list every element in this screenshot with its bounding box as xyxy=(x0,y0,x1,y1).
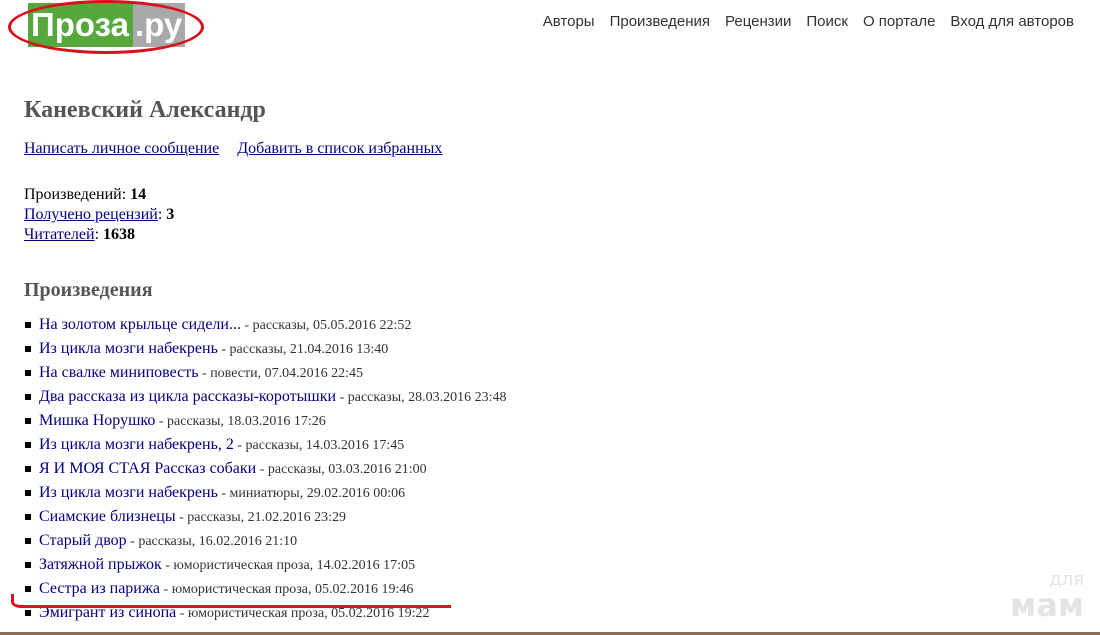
work-meta: - юмористическая проза, 05.02.2016 19:46 xyxy=(160,582,414,597)
nav-login[interactable]: Вход для авторов xyxy=(950,13,1074,30)
author-actions: Написать личное сообщение Добавить в спи… xyxy=(24,139,1084,159)
work-meta: - рассказы, 16.02.2016 21:10 xyxy=(126,534,298,549)
work-meta: - повести, 07.04.2016 22:45 xyxy=(198,366,363,381)
work-title-link[interactable]: Из цикла мозги набекрень, 2 xyxy=(39,436,234,453)
work-meta: - рассказы, 18.03.2016 17:26 xyxy=(155,414,326,429)
work-title-link[interactable]: Сиамские близнецы xyxy=(39,508,176,525)
work-meta: - рассказы, 05.05.2016 22:52 xyxy=(240,318,412,333)
watermark-line2: мам xyxy=(1010,586,1084,624)
list-item: Из цикла мозги набекрень - рассказы, 21.… xyxy=(24,337,1084,361)
stat-readers-link[interactable]: Читателей xyxy=(24,226,95,243)
work-meta: - рассказы, 14.03.2016 17:45 xyxy=(233,438,405,453)
list-item: На свалке миниповесть - повести, 07.04.2… xyxy=(24,361,1084,385)
author-stats: Произведений: 14 Получено рецензий: 3 Чи… xyxy=(24,185,1084,245)
nav-works[interactable]: Произведения xyxy=(610,13,710,30)
list-item: Эмигрант из синопа - юмористическая проз… xyxy=(24,601,1084,625)
author-name: Каневский Александр xyxy=(24,97,266,123)
stat-works-label: Произведений xyxy=(24,186,122,203)
list-item: Мишка Норушко - рассказы, 18.03.2016 17:… xyxy=(24,409,1084,433)
work-title-link[interactable]: Из цикла мозги набекрень xyxy=(39,340,218,357)
work-title-link[interactable]: Сестра из парижа xyxy=(39,580,160,597)
work-title-link[interactable]: Затяжной прыжок xyxy=(39,556,162,573)
work-meta: - рассказы, 03.03.2016 21:00 xyxy=(256,462,427,477)
send-message-link[interactable]: Написать личное сообщение xyxy=(24,140,219,157)
work-title-link[interactable]: На свалке миниповесть xyxy=(39,364,199,381)
works-section-title: Произведения xyxy=(24,279,153,301)
stat-works-value: 14 xyxy=(130,186,147,203)
list-item: Сестра из парижа - юмористическая проза,… xyxy=(24,577,1084,601)
list-item: Я И МОЯ СТАЯ Рассказ собаки - рассказы, … xyxy=(24,457,1084,481)
work-title-link[interactable]: Старый двор xyxy=(39,532,127,549)
work-title-link[interactable]: Из цикла мозги набекрень xyxy=(39,484,218,501)
work-title-link[interactable]: Я И МОЯ СТАЯ Рассказ собаки xyxy=(39,460,256,477)
annotation-circle xyxy=(8,0,204,54)
work-meta: - рассказы, 21.02.2016 23:29 xyxy=(175,510,347,525)
work-title-link[interactable]: Эмигрант из синопа xyxy=(39,604,176,621)
nav-about[interactable]: О портале xyxy=(863,13,935,30)
watermark: для мам xyxy=(1010,571,1084,624)
nav-authors[interactable]: Авторы xyxy=(543,13,595,30)
stat-readers-value: 1638 xyxy=(103,226,136,243)
nav-reviews[interactable]: Рецензии xyxy=(725,13,791,30)
main-content: Каневский Александр Написать личное сооб… xyxy=(24,94,1084,625)
work-title-link[interactable]: Мишка Норушко xyxy=(39,412,155,429)
work-title-link[interactable]: Два рассказа из цикла рассказы-коротышки xyxy=(39,388,336,405)
stat-works: Произведений: 14 xyxy=(24,186,147,203)
list-item: Два рассказа из цикла рассказы-коротышки… xyxy=(24,385,1084,409)
stat-reviews: Получено рецензий: 3 xyxy=(24,206,175,223)
list-item: Старый двор - рассказы, 16.02.2016 21:10 xyxy=(24,529,1084,553)
stat-reviews-link[interactable]: Получено рецензий xyxy=(24,206,158,223)
stat-reviews-value: 3 xyxy=(166,206,175,223)
top-navigation: Авторы Произведения Рецензии Поиск О пор… xyxy=(543,13,1074,30)
work-title-link[interactable]: На золотом крыльце сидели... xyxy=(39,316,241,333)
stat-readers: Читателей: 1638 xyxy=(24,226,136,243)
logo-area[interactable]: Проза .ру xyxy=(8,0,208,58)
work-meta: - рассказы, 21.04.2016 13:40 xyxy=(217,342,389,357)
list-item: На золотом крыльце сидели... - рассказы,… xyxy=(24,313,1084,337)
work-meta: - юмористическая проза, 05.02.2016 19:22 xyxy=(176,606,430,621)
nav-search[interactable]: Поиск xyxy=(806,13,848,30)
work-meta: - миниатюры, 29.02.2016 00:06 xyxy=(217,486,406,501)
work-meta: - юмористическая проза, 14.02.2016 17:05 xyxy=(161,558,416,573)
add-favorites-link[interactable]: Добавить в список избранных xyxy=(237,140,442,157)
list-item: Затяжной прыжок - юмористическая проза, … xyxy=(24,553,1084,577)
works-list: На золотом крыльце сидели... - рассказы,… xyxy=(24,313,1084,625)
work-meta: - рассказы, 28.03.2016 23:48 xyxy=(336,390,507,405)
list-item: Из цикла мозги набекрень, 2 - рассказы, … xyxy=(24,433,1084,457)
list-item: Из цикла мозги набекрень - миниатюры, 29… xyxy=(24,481,1084,505)
list-item: Сиамские близнецы - рассказы, 21.02.2016… xyxy=(24,505,1084,529)
